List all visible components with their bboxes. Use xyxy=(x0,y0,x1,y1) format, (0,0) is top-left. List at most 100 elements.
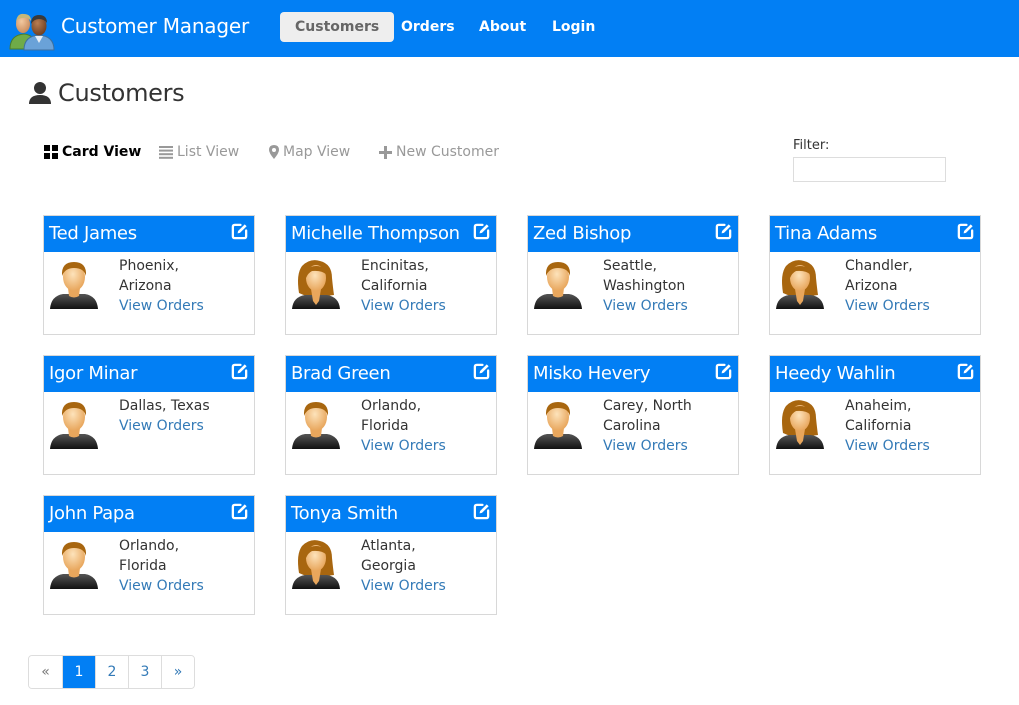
card-header: Igor Minar xyxy=(44,356,254,392)
customer-location-line2: Florida xyxy=(119,558,167,574)
edit-icon[interactable] xyxy=(714,362,733,381)
pagination: « 1 2 3 » xyxy=(28,655,195,689)
page-next-button[interactable]: » xyxy=(161,656,194,688)
edit-icon[interactable] xyxy=(472,362,491,381)
view-orders-link[interactable]: View Orders xyxy=(119,576,249,596)
card-view-label: Card View xyxy=(62,144,142,160)
avatar-male xyxy=(292,402,340,449)
card-view-button[interactable]: Card View xyxy=(44,143,141,161)
map-marker-icon xyxy=(269,145,279,159)
customer-name[interactable]: Zed Bishop xyxy=(533,223,631,244)
customer-name[interactable]: Igor Minar xyxy=(49,363,138,384)
avatar-female xyxy=(292,260,340,309)
card-info: Atlanta, Georgia View Orders xyxy=(361,536,491,596)
customer-card: John Papa Orlando, Florida View Orders xyxy=(43,495,255,615)
page-title: Customers xyxy=(28,78,185,108)
customer-location-line1: Seattle, xyxy=(603,258,658,274)
customer-location-line2: California xyxy=(845,418,912,434)
view-orders-link[interactable]: View Orders xyxy=(119,416,249,436)
customer-card: Misko Hevery Carey, North Carolina View … xyxy=(527,355,739,475)
view-orders-link[interactable]: View Orders xyxy=(845,296,975,316)
plus-icon xyxy=(379,145,392,159)
customer-card: Igor Minar Dallas, Texas View Orders xyxy=(43,355,255,475)
edit-icon[interactable] xyxy=(472,222,491,241)
customer-name[interactable]: Tina Adams xyxy=(775,223,877,244)
new-customer-label: New Customer xyxy=(396,144,499,160)
card-info: Seattle, Washington View Orders xyxy=(603,256,733,316)
page-title-text: Customers xyxy=(58,79,185,107)
edit-icon[interactable] xyxy=(714,222,733,241)
list-view-label: List View xyxy=(177,144,240,160)
card-header: Zed Bishop xyxy=(528,216,738,252)
customer-location-line1: Orlando, xyxy=(361,398,422,414)
view-orders-link[interactable]: View Orders xyxy=(603,296,733,316)
page-1-button[interactable]: 1 xyxy=(62,656,95,688)
list-view-button[interactable]: List View xyxy=(159,143,239,161)
customer-location-line2: Georgia xyxy=(361,558,416,574)
customer-name[interactable]: Misko Hevery xyxy=(533,363,651,384)
avatar-female xyxy=(292,540,340,589)
users-icon xyxy=(9,13,55,51)
view-orders-link[interactable]: View Orders xyxy=(845,436,975,456)
card-info: Chandler, Arizona View Orders xyxy=(845,256,975,316)
customer-location-line1: Anaheim, xyxy=(845,398,912,414)
page-3-button[interactable]: 3 xyxy=(128,656,161,688)
card-header: Heedy Wahlin xyxy=(770,356,980,392)
customer-location-line1: Orlando, xyxy=(119,538,180,554)
avatar-male xyxy=(534,402,582,449)
card-header: Ted James xyxy=(44,216,254,252)
avatar-female xyxy=(776,400,824,449)
card-info: Dallas, Texas View Orders xyxy=(119,396,249,436)
customer-location-line1: Atlanta, xyxy=(361,538,416,554)
customer-location-line2: Florida xyxy=(361,418,409,434)
filter-input[interactable] xyxy=(793,157,946,182)
new-customer-button[interactable]: New Customer xyxy=(379,143,499,161)
customer-card: Heedy Wahlin Anaheim, California View Or… xyxy=(769,355,981,475)
brand-title[interactable]: Customer Manager xyxy=(61,14,249,38)
avatar-male xyxy=(50,402,98,449)
card-info: Orlando, Florida View Orders xyxy=(119,536,249,596)
customer-name[interactable]: Michelle Thompson xyxy=(291,223,460,244)
card-info: Phoenix, Arizona View Orders xyxy=(119,256,249,316)
customer-location-line2: Arizona xyxy=(845,278,898,294)
view-orders-link[interactable]: View Orders xyxy=(361,436,491,456)
card-header: Brad Green xyxy=(286,356,496,392)
customer-name[interactable]: John Papa xyxy=(49,503,135,524)
nav-about[interactable]: About xyxy=(479,12,526,42)
customer-card: Tonya Smith Atlanta, Georgia View Orders xyxy=(285,495,497,615)
customer-card: Brad Green Orlando, Florida View Orders xyxy=(285,355,497,475)
card-info: Carey, North Carolina View Orders xyxy=(603,396,733,456)
customer-card: Michelle Thompson Encinitas, California … xyxy=(285,215,497,335)
customer-card: Ted James Phoenix, Arizona View Orders xyxy=(43,215,255,335)
edit-icon[interactable] xyxy=(956,222,975,241)
edit-icon[interactable] xyxy=(230,362,249,381)
edit-icon[interactable] xyxy=(230,222,249,241)
nav-customers[interactable]: Customers xyxy=(280,12,395,42)
edit-icon[interactable] xyxy=(230,502,249,521)
customer-name[interactable]: Brad Green xyxy=(291,363,391,384)
grid-icon xyxy=(44,145,58,159)
edit-icon[interactable] xyxy=(956,362,975,381)
nav-orders[interactable]: Orders xyxy=(401,12,455,42)
map-view-button[interactable]: Map View xyxy=(269,143,350,161)
card-info: Anaheim, California View Orders xyxy=(845,396,975,456)
avatar-male xyxy=(50,542,98,589)
customer-location-line2: California xyxy=(361,278,428,294)
view-orders-link[interactable]: View Orders xyxy=(361,576,491,596)
customer-card: Zed Bishop Seattle, Washington View Orde… xyxy=(527,215,739,335)
customer-location-line2: Carolina xyxy=(603,418,661,434)
edit-icon[interactable] xyxy=(472,502,491,521)
card-header: John Papa xyxy=(44,496,254,532)
customer-name[interactable]: Heedy Wahlin xyxy=(775,363,896,384)
card-header: Michelle Thompson xyxy=(286,216,496,252)
customer-name[interactable]: Tonya Smith xyxy=(291,503,398,524)
view-orders-link[interactable]: View Orders xyxy=(603,436,733,456)
customer-location-line2: Arizona xyxy=(119,278,172,294)
avatar-female xyxy=(776,260,824,309)
page-2-button[interactable]: 2 xyxy=(95,656,128,688)
customer-name[interactable]: Ted James xyxy=(49,223,137,244)
nav-login[interactable]: Login xyxy=(552,12,595,42)
view-orders-link[interactable]: View Orders xyxy=(119,296,249,316)
page-prev-button[interactable]: « xyxy=(29,656,62,688)
view-orders-link[interactable]: View Orders xyxy=(361,296,491,316)
